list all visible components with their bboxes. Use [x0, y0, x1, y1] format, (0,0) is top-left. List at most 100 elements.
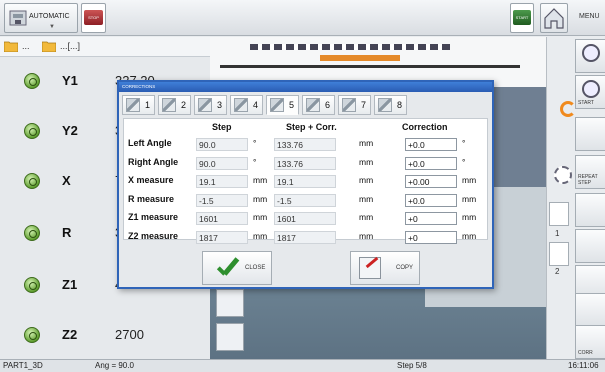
tab-step-2[interactable]: 2 [158, 95, 191, 115]
program-name: PART1_3D [3, 361, 43, 370]
gear-icon [582, 44, 600, 62]
close-button[interactable]: CLOSE [202, 251, 272, 285]
tool-button[interactable] [549, 242, 569, 266]
step-value: 1601 [196, 212, 248, 225]
home-button[interactable] [540, 3, 568, 33]
axis-status-icon [24, 225, 40, 241]
correction-unit: mm [462, 230, 477, 241]
repeat-step-label: REPEAT STEP [578, 174, 598, 186]
corrections-dialog: CORRECTIONS 1 2 3 4 5 6 7 8 Step Step + … [117, 80, 494, 289]
corrections-label: CORR [578, 350, 593, 356]
tab-label: 8 [397, 100, 403, 110]
correction-input[interactable]: +0.0 [405, 156, 457, 170]
tab-step-8[interactable]: 8 [374, 95, 407, 115]
tab-step-7[interactable]: 7 [338, 95, 371, 115]
bend-icon [378, 98, 392, 112]
chevron-down-icon: ▼ [49, 24, 55, 30]
step-value: 90.0 [196, 138, 248, 151]
bend-icon [126, 98, 140, 112]
tool-number: 1 [555, 229, 560, 238]
angle-readout: Ang = 90.0 [95, 361, 134, 370]
folder-icon[interactable] [3, 40, 19, 53]
home-icon [541, 8, 567, 35]
step-value: 1817 [196, 230, 248, 244]
refresh-icon[interactable] [560, 101, 576, 117]
tool-view-button[interactable] [216, 323, 244, 351]
blank-button[interactable] [575, 229, 605, 263]
step-corr-unit: mm [359, 230, 374, 241]
folder-path[interactable]: ... [22, 41, 30, 51]
correction-unit: ° [462, 156, 466, 167]
correction-unit: mm [462, 193, 477, 204]
step-unit: mm [253, 230, 268, 241]
axis-name: X [62, 173, 71, 188]
axis-value: 2700 [115, 327, 144, 342]
correction-unit: ° [462, 138, 466, 148]
status-bar: PART1_3D Ang = 90.0 Step 5/8 16:11:06 [0, 359, 605, 372]
start-button[interactable]: START [510, 3, 534, 33]
tab-label: 7 [361, 100, 367, 110]
start-label: START [513, 10, 531, 25]
copy-button[interactable]: COPY [350, 251, 420, 285]
blank-button[interactable] [575, 293, 605, 327]
axis-name: Y2 [62, 123, 78, 138]
tab-step-3[interactable]: 3 [194, 95, 227, 115]
mode-selector-button[interactable]: AUTOMATIC ▼ [4, 3, 78, 33]
row-label: Z1 measure [128, 212, 179, 222]
view-button[interactable] [575, 39, 605, 73]
axis-name: Y1 [62, 73, 78, 88]
repeat-step-button[interactable]: REPEAT STEP [575, 155, 605, 189]
step-corr-unit: mm [359, 193, 374, 204]
correction-input[interactable]: +0 [405, 212, 457, 225]
axis-status-icon [24, 73, 40, 89]
blank-button[interactable] [575, 193, 605, 227]
axis-status-icon [24, 277, 40, 293]
part-icon[interactable] [41, 40, 57, 53]
blank-button[interactable] [575, 117, 605, 151]
step-value: 19.1 [196, 175, 248, 188]
menu-button[interactable]: MENU [579, 13, 600, 20]
tool-button[interactable] [549, 202, 569, 226]
correction-input[interactable]: +0.0 [405, 138, 457, 151]
corrections-button[interactable]: CORR [575, 325, 605, 359]
step-corr-unit: mm [359, 138, 374, 148]
column-header-step: Step [212, 122, 232, 132]
tab-step-6[interactable]: 6 [302, 95, 335, 115]
correction-input[interactable]: +0.0 [405, 193, 457, 207]
tool-view-button[interactable] [216, 289, 244, 317]
row-label: X measure [128, 175, 174, 185]
row-label: Left Angle [128, 138, 172, 148]
bend-icon [198, 98, 212, 112]
tool-segment [320, 55, 400, 61]
tab-label: 5 [289, 100, 295, 110]
settings-icon[interactable] [554, 166, 572, 184]
top-toolbar: AUTOMATIC ▼ STOP START MENU [0, 0, 605, 36]
tab-label: 4 [253, 100, 259, 110]
tab-step-5[interactable]: 5 [266, 95, 299, 115]
close-label: CLOSE [245, 265, 266, 271]
step-corr-value: 19.1 [274, 175, 336, 188]
tab-step-1[interactable]: 1 [122, 95, 155, 115]
axis-name: Z1 [62, 277, 78, 292]
correction-input[interactable]: +0 [405, 230, 457, 244]
step-readout: Step 5/8 [397, 361, 427, 370]
correction-input[interactable]: +0.00 [405, 175, 457, 188]
tab-step-4[interactable]: 4 [230, 95, 263, 115]
step-unit: mm [253, 212, 268, 222]
part-path[interactable]: ...[...] [60, 41, 80, 51]
stop-button[interactable]: STOP [81, 3, 106, 33]
column-header-step-corr: Step + Corr. [286, 122, 337, 132]
step-value: 90.0 [196, 156, 248, 170]
axis-row[interactable]: Z2 2700 [0, 315, 210, 365]
axis-name: Z2 [62, 327, 78, 342]
stop-label: STOP [84, 10, 103, 25]
bend-icon [270, 98, 284, 112]
start-step-button[interactable]: START [575, 75, 605, 109]
step-corr-value: 133.76 [274, 138, 336, 151]
step-unit: ° [253, 156, 257, 167]
bend-icon [306, 98, 320, 112]
step-corr-value: 1817 [274, 230, 336, 244]
mode-label: AUTOMATIC [29, 13, 70, 20]
bend-icon [234, 98, 248, 112]
row-label: R measure [128, 193, 175, 204]
